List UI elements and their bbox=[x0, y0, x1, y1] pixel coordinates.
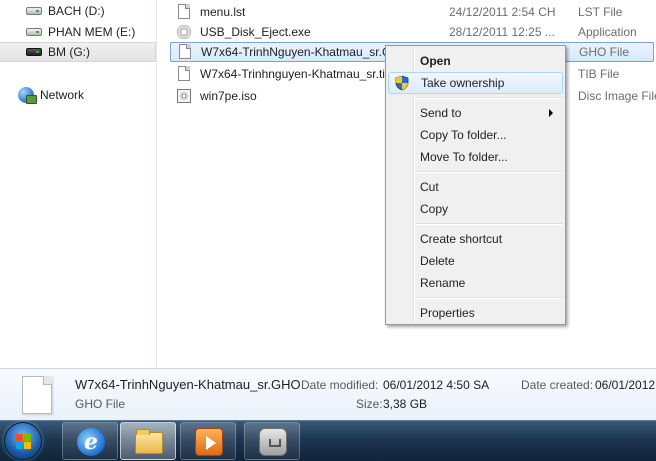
details-date-created-label: Date created: bbox=[521, 378, 594, 392]
application-icon bbox=[176, 24, 192, 40]
taskbar-button-media-player[interactable] bbox=[180, 422, 236, 460]
menu-separator bbox=[416, 297, 563, 299]
details-pane: W7x64-TrinhNguyen-Khatmau_sr.GHO GHO Fil… bbox=[0, 368, 656, 420]
taskbar-button-windows-explorer[interactable] bbox=[120, 422, 176, 460]
details-date-modified-label: Date modified: bbox=[301, 378, 379, 392]
menu-item-rename[interactable]: Rename bbox=[388, 272, 563, 294]
menu-item-label: Copy bbox=[420, 202, 449, 216]
windows-explorer-icon bbox=[135, 429, 163, 454]
file-type: LST File bbox=[578, 5, 623, 19]
menu-item-label: Open bbox=[420, 54, 451, 68]
file-name: W7x64-Trinhnguyen-Khatmau_sr.tib bbox=[200, 67, 392, 81]
file-date: 28/12/2011 12:25 ... bbox=[449, 25, 555, 39]
menu-item-cut[interactable]: Cut bbox=[388, 176, 563, 198]
file-date: 24/12/2011 2:54 CH bbox=[449, 5, 556, 19]
details-date-created-value: 06/01/2012 bbox=[595, 378, 656, 392]
menu-item-delete[interactable]: Delete bbox=[388, 250, 563, 272]
taskbar-button-usb-device[interactable] bbox=[244, 422, 300, 460]
menu-separator bbox=[416, 97, 563, 99]
document-icon bbox=[176, 66, 192, 82]
uac-shield-icon bbox=[395, 75, 409, 91]
nav-network-label: Network bbox=[40, 88, 85, 102]
media-player-icon bbox=[195, 428, 223, 456]
document-icon bbox=[177, 44, 193, 60]
navigation-pane: BACH (D:) PHAN MEM (E:) BM (G:) Network bbox=[0, 0, 157, 368]
context-menu: Open Take ownership Send to Copy To fold… bbox=[385, 45, 566, 325]
file-name: win7pe.iso bbox=[200, 89, 257, 103]
file-thumbnail-icon bbox=[22, 376, 52, 414]
file-type: Disc Image File bbox=[578, 89, 656, 103]
menu-separator bbox=[416, 171, 563, 173]
details-date-modified-value: 06/01/2012 4:50 SA bbox=[383, 378, 490, 392]
hard-drive-icon bbox=[26, 6, 42, 16]
submenu-arrow-icon bbox=[549, 109, 553, 117]
menu-item-label: Rename bbox=[420, 276, 466, 290]
menu-item-take-ownership[interactable]: Take ownership bbox=[388, 72, 563, 94]
nav-drive-label: BM (G:) bbox=[48, 45, 90, 59]
menu-item-copy-to-folder[interactable]: Copy To folder... bbox=[388, 124, 563, 146]
internet-explorer-icon: e bbox=[77, 428, 105, 456]
menu-item-properties[interactable]: Properties bbox=[388, 302, 563, 324]
menu-item-copy[interactable]: Copy bbox=[388, 198, 563, 220]
menu-item-label: Cut bbox=[420, 180, 439, 194]
menu-item-label: Properties bbox=[420, 306, 475, 320]
usb-device-icon bbox=[259, 428, 287, 456]
file-type: TIB File bbox=[578, 67, 620, 81]
nav-drive-bach[interactable]: BACH (D:) bbox=[0, 1, 156, 21]
taskbar: e bbox=[0, 420, 656, 461]
file-type: Application bbox=[578, 25, 637, 39]
network-icon bbox=[18, 87, 37, 104]
file-name: W7x64-TrinhNguyen-Khatmau_sr.GHO bbox=[201, 45, 410, 59]
details-file-type: GHO File bbox=[75, 397, 126, 411]
details-size-label: Size: bbox=[356, 397, 383, 411]
menu-separator bbox=[416, 223, 563, 225]
file-row-usb-disk-eject[interactable]: USB_Disk_Eject.exe 28/12/2011 12:25 ... … bbox=[170, 22, 654, 42]
menu-item-label: Move To folder... bbox=[420, 150, 508, 164]
start-button[interactable] bbox=[4, 422, 42, 460]
nav-drive-bm[interactable]: BM (G:) bbox=[0, 42, 156, 62]
file-name: menu.lst bbox=[200, 5, 246, 19]
menu-item-label: Copy To folder... bbox=[420, 128, 507, 142]
nav-drive-phan-mem[interactable]: PHAN MEM (E:) bbox=[0, 22, 156, 42]
file-name: USB_Disk_Eject.exe bbox=[200, 25, 311, 39]
disc-image-icon bbox=[176, 88, 192, 104]
menu-item-label: Create shortcut bbox=[420, 232, 503, 246]
details-size-value: 3,38 GB bbox=[383, 397, 428, 411]
hard-drive-icon bbox=[26, 27, 42, 37]
menu-item-move-to-folder[interactable]: Move To folder... bbox=[388, 146, 563, 168]
menu-item-open[interactable]: Open bbox=[388, 50, 563, 72]
menu-item-label: Delete bbox=[420, 254, 455, 268]
menu-item-send-to[interactable]: Send to bbox=[388, 102, 563, 124]
usb-drive-icon bbox=[26, 47, 42, 57]
document-icon bbox=[176, 4, 192, 20]
menu-item-label: Send to bbox=[420, 106, 462, 120]
file-row-menu-lst[interactable]: menu.lst 24/12/2011 2:54 CH LST File bbox=[170, 2, 654, 22]
nav-drive-label: BACH (D:) bbox=[48, 4, 105, 18]
taskbar-button-internet-explorer[interactable]: e bbox=[62, 422, 118, 460]
details-file-name: W7x64-TrinhNguyen-Khatmau_sr.GHO bbox=[75, 377, 301, 392]
menu-item-label: Take ownership bbox=[421, 76, 505, 90]
nav-drive-label: PHAN MEM (E:) bbox=[48, 25, 136, 39]
file-type: GHO File bbox=[579, 45, 630, 59]
menu-item-create-shortcut[interactable]: Create shortcut bbox=[388, 228, 563, 250]
nav-network[interactable]: Network bbox=[0, 85, 156, 105]
windows-logo-icon bbox=[16, 434, 32, 450]
